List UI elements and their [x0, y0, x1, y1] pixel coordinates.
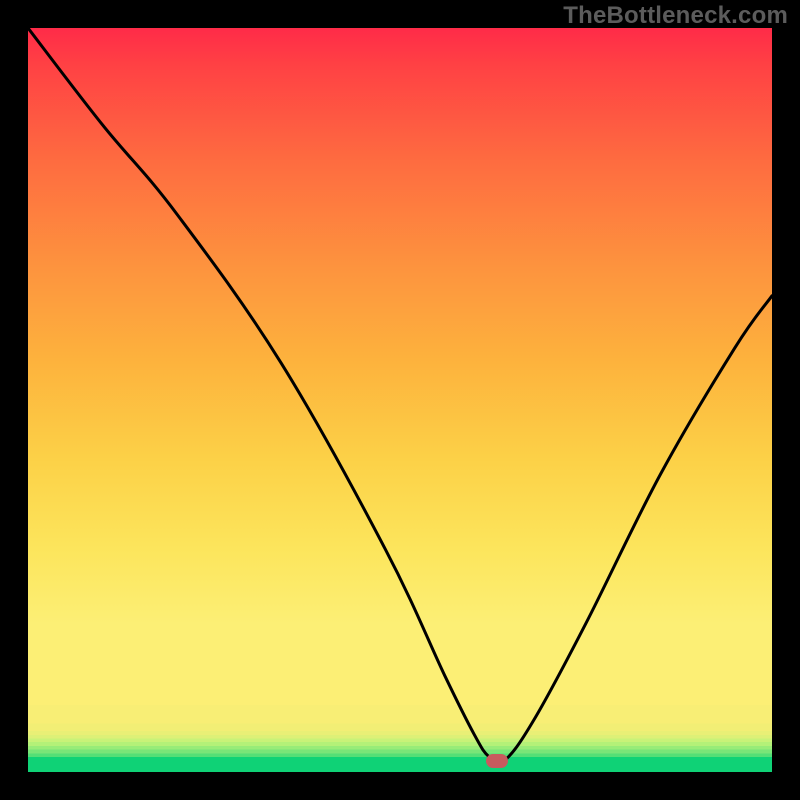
curve-path	[28, 28, 772, 764]
watermark-text: TheBottleneck.com	[563, 2, 788, 30]
minimum-marker	[486, 754, 508, 768]
plot-area	[28, 28, 772, 772]
bottleneck-curve	[28, 28, 772, 772]
chart-frame: TheBottleneck.com	[0, 0, 800, 800]
